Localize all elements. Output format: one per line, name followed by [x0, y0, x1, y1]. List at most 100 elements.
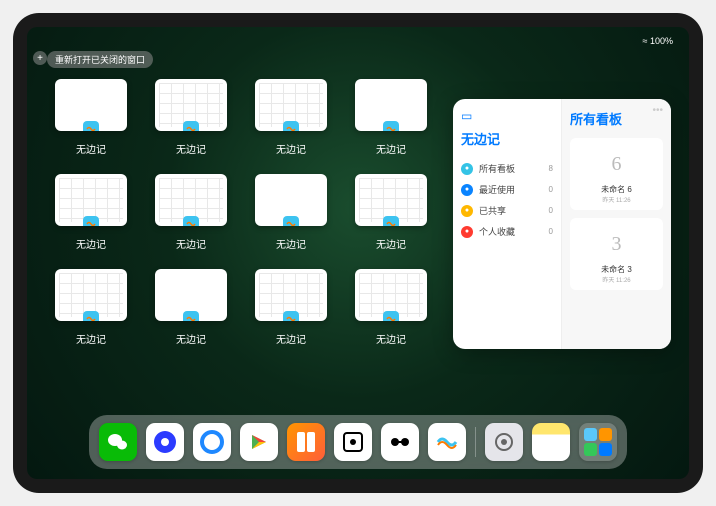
- video-icon[interactable]: [240, 423, 278, 461]
- app-window[interactable]: 无边记: [151, 79, 231, 156]
- app-label: 无边记: [176, 236, 206, 251]
- status-bar: ≈ 100%: [27, 31, 689, 51]
- freeform-app-icon: [283, 311, 299, 321]
- dock-divider: [475, 427, 476, 457]
- panel-list-item[interactable]: ● 最近使用 0: [461, 179, 553, 200]
- item-count: 0: [549, 206, 553, 215]
- window-thumbnail: [155, 79, 227, 131]
- status-right: ≈ 100%: [643, 36, 674, 46]
- books-icon[interactable]: [287, 423, 325, 461]
- freeform-app-icon: [383, 121, 399, 131]
- board-name: 未命名 6: [576, 184, 657, 195]
- screen: ≈ 100% + 重新打开已关闭的窗口 无边记 无边记: [27, 27, 689, 479]
- app-label: 无边记: [276, 331, 306, 346]
- app-window[interactable]: 无边记: [351, 174, 431, 251]
- category-icon: ●: [461, 184, 473, 196]
- wechat-icon[interactable]: [99, 423, 137, 461]
- board-card[interactable]: 6 未命名 6 昨天 11:26: [570, 138, 663, 210]
- window-thumbnail: [355, 174, 427, 226]
- panel-right-title: 所有看板: [570, 109, 663, 128]
- app-window[interactable]: 无边记: [151, 269, 231, 346]
- app-window[interactable]: 无边记: [51, 174, 131, 251]
- freeform-app-icon: [383, 311, 399, 321]
- app-label: 无边记: [376, 236, 406, 251]
- wifi-icon: ≈: [643, 36, 648, 46]
- freeform-app-icon: [283, 121, 299, 131]
- window-thumbnail: [255, 269, 327, 321]
- app-window[interactable]: 无边记: [251, 79, 331, 156]
- item-count: 0: [549, 227, 553, 236]
- freeform-panel[interactable]: ••• ▭ 无边记 ● 所有看板 8 ● 最近使用 0 ● 已共享 0 ● 个人…: [453, 99, 671, 349]
- item-label: 所有看板: [479, 162, 515, 175]
- app-library-icon[interactable]: [579, 423, 617, 461]
- board-preview: 6: [576, 144, 657, 184]
- reopen-closed-window-button[interactable]: 重新打开已关闭的窗口: [47, 51, 153, 68]
- battery-label: 100%: [650, 36, 673, 46]
- panel-right: 所有看板 6 未命名 6 昨天 11:26 3 未命名 3 昨天 11:26: [562, 99, 671, 349]
- board-preview: 3: [576, 224, 657, 264]
- window-thumbnail: [355, 79, 427, 131]
- app-label: 无边记: [76, 236, 106, 251]
- app-window[interactable]: 无边记: [51, 269, 131, 346]
- app-label: 无边记: [276, 141, 306, 156]
- app-window[interactable]: 无边记: [51, 79, 131, 156]
- board-date: 昨天 11:26: [576, 195, 657, 204]
- app-label: 无边记: [276, 236, 306, 251]
- item-label: 已共享: [479, 204, 506, 217]
- more-icon[interactable]: •••: [652, 105, 663, 116]
- category-icon: ●: [461, 205, 473, 217]
- category-icon: ●: [461, 226, 473, 238]
- app-label: 无边记: [376, 141, 406, 156]
- item-label: 个人收藏: [479, 225, 515, 238]
- settings-icon[interactable]: [485, 423, 523, 461]
- notes-icon[interactable]: [532, 423, 570, 461]
- app-window[interactable]: 无边记: [151, 174, 231, 251]
- freeform-icon[interactable]: [428, 423, 466, 461]
- freeform-app-icon: [83, 216, 99, 226]
- window-thumbnail: [55, 269, 127, 321]
- sidebar-toggle-icon[interactable]: ▭: [461, 109, 553, 123]
- dock: [89, 415, 627, 469]
- apps-grid: 无边记 无边记 无边记 无边记: [51, 79, 431, 346]
- item-count: 0: [549, 185, 553, 194]
- freeform-app-icon: [183, 311, 199, 321]
- browser-icon[interactable]: [193, 423, 231, 461]
- app-window[interactable]: 无边记: [351, 269, 431, 346]
- app-label: 无边记: [76, 141, 106, 156]
- app-label: 无边记: [376, 331, 406, 346]
- freeform-app-icon: [83, 121, 99, 131]
- freeform-app-icon: [283, 216, 299, 226]
- freeform-app-icon: [183, 121, 199, 131]
- window-thumbnail: [255, 174, 327, 226]
- panel-list-item[interactable]: ● 个人收藏 0: [461, 221, 553, 242]
- window-thumbnail: [55, 79, 127, 131]
- freeform-app-icon: [183, 216, 199, 226]
- window-thumbnail: [155, 174, 227, 226]
- board-name: 未命名 3: [576, 264, 657, 275]
- category-icon: ●: [461, 163, 473, 175]
- panel-left: ▭ 无边记 ● 所有看板 8 ● 最近使用 0 ● 已共享 0 ● 个人收藏 0: [453, 99, 562, 349]
- panel-list-item[interactable]: ● 已共享 0: [461, 200, 553, 221]
- app-label: 无边记: [76, 331, 106, 346]
- window-thumbnail: [355, 269, 427, 321]
- freeform-app-icon: [383, 216, 399, 226]
- ipad-frame: ≈ 100% + 重新打开已关闭的窗口 无边记 无边记: [13, 13, 703, 493]
- panel-left-title: 无边记: [461, 129, 553, 148]
- linked-icon[interactable]: [381, 423, 419, 461]
- window-thumbnail: [255, 79, 327, 131]
- board-card[interactable]: 3 未命名 3 昨天 11:26: [570, 218, 663, 290]
- app-label: 无边记: [176, 141, 206, 156]
- window-thumbnail: [155, 269, 227, 321]
- item-count: 8: [549, 164, 553, 173]
- quark-icon[interactable]: [146, 423, 184, 461]
- window-thumbnail: [55, 174, 127, 226]
- item-label: 最近使用: [479, 183, 515, 196]
- dice-icon[interactable]: [334, 423, 372, 461]
- app-window[interactable]: 无边记: [351, 79, 431, 156]
- app-window[interactable]: 无边记: [251, 269, 331, 346]
- app-window[interactable]: 无边记: [251, 174, 331, 251]
- add-window-button[interactable]: +: [33, 51, 47, 65]
- panel-list-item[interactable]: ● 所有看板 8: [461, 158, 553, 179]
- app-label: 无边记: [176, 331, 206, 346]
- board-date: 昨天 11:26: [576, 275, 657, 284]
